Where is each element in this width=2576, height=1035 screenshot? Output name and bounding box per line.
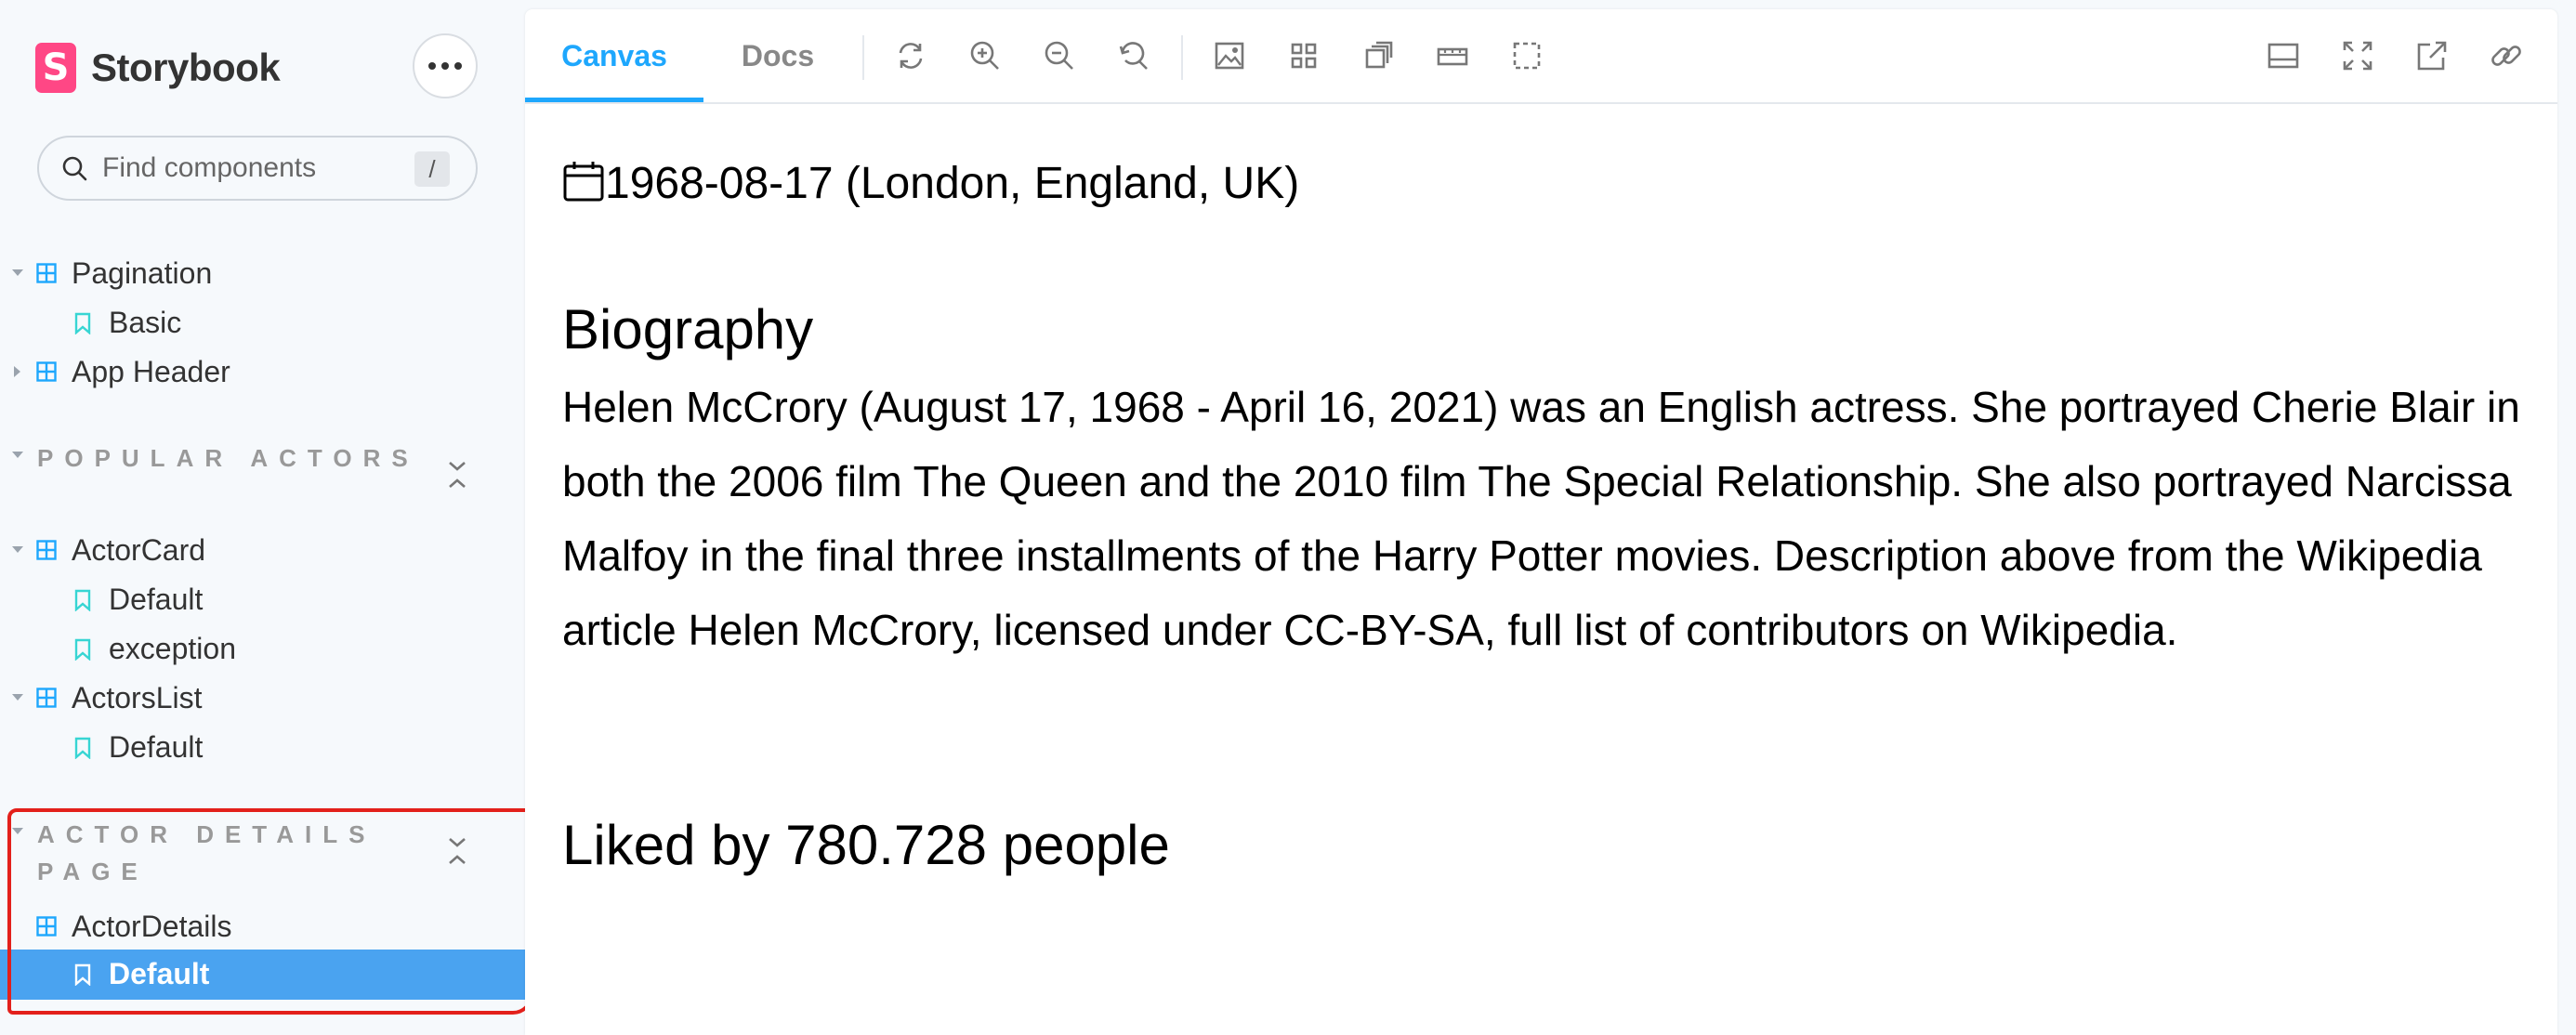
calendar-icon bbox=[563, 162, 604, 202]
component-icon bbox=[36, 361, 57, 382]
storybook-logo-icon: S bbox=[35, 43, 76, 93]
toolbar: Canvas Docs bbox=[525, 9, 2557, 104]
measure-icon[interactable] bbox=[1434, 37, 1471, 74]
component-icon bbox=[36, 540, 57, 560]
caret-down-icon bbox=[12, 269, 23, 276]
story-item-label: Basic bbox=[109, 305, 182, 339]
biography-text: Helen McCrory (August 17, 1968 - April 1… bbox=[562, 383, 2520, 654]
more-icon bbox=[428, 62, 436, 70]
zoom-out-icon[interactable] bbox=[1041, 37, 1078, 74]
tree-item-label: App Header bbox=[72, 354, 230, 388]
tree-item-label: Pagination bbox=[72, 255, 213, 290]
toolbar-separator bbox=[862, 35, 864, 80]
caret-down-icon bbox=[12, 452, 23, 458]
bookmark-icon bbox=[74, 589, 91, 611]
liked-count: Liked by 780.728 people bbox=[562, 814, 1170, 876]
story-item-label: exception bbox=[109, 631, 236, 665]
caret-down-icon bbox=[12, 694, 23, 701]
tab-canvas[interactable]: Canvas bbox=[525, 9, 703, 102]
background-icon[interactable] bbox=[1211, 37, 1248, 74]
addons-panel-icon[interactable] bbox=[2265, 37, 2302, 74]
bookmark-icon bbox=[74, 737, 91, 759]
collapse-all-icon[interactable] bbox=[444, 459, 470, 491]
group-title-actor-details-page[interactable]: ACTOR DETAILS PAGE bbox=[37, 816, 427, 890]
search-box[interactable]: / bbox=[37, 136, 478, 201]
toolbar-separator bbox=[1181, 35, 1183, 80]
search-input[interactable] bbox=[100, 151, 401, 185]
group-title-popular-actors[interactable]: POPULAR ACTORS bbox=[37, 439, 427, 477]
outline-icon[interactable] bbox=[1508, 37, 1545, 74]
zoom-in-icon[interactable] bbox=[966, 37, 1004, 74]
tree-item-label: ActorsList bbox=[72, 680, 203, 714]
reload-icon[interactable] bbox=[892, 37, 929, 74]
more-icon-dot bbox=[441, 62, 449, 70]
copy-link-icon[interactable] bbox=[2488, 37, 2525, 74]
story-item-label: Default bbox=[109, 729, 204, 764]
search-shortcut-key: / bbox=[414, 151, 450, 187]
viewport-icon[interactable] bbox=[1360, 37, 1397, 74]
collapse-all-icon[interactable] bbox=[444, 835, 470, 867]
sidebar: S Storybook / Pagination Basic App Heade… bbox=[0, 0, 533, 1035]
main-panel: Canvas Docs 1968-08-17 (London, England,… bbox=[525, 9, 2557, 1035]
bookmark-icon bbox=[74, 312, 91, 334]
tree-item-label: ActorDetails bbox=[72, 909, 232, 943]
story-item-label: Default bbox=[109, 957, 210, 990]
biography-heading: Biography bbox=[562, 298, 814, 360]
bookmark-icon bbox=[74, 638, 91, 661]
tree-item-label: ActorCard bbox=[72, 532, 206, 567]
open-new-tab-icon[interactable] bbox=[2413, 37, 2451, 74]
brand-name: Storybook bbox=[91, 46, 281, 89]
component-icon bbox=[36, 688, 57, 708]
tab-docs[interactable]: Docs bbox=[703, 9, 852, 102]
more-icon-dot bbox=[454, 62, 462, 70]
caret-right-icon bbox=[14, 366, 20, 377]
caret-down-icon bbox=[12, 546, 23, 553]
brand[interactable]: S Storybook bbox=[35, 37, 281, 98]
bookmark-icon bbox=[74, 963, 91, 986]
more-options-button[interactable] bbox=[413, 33, 478, 98]
zoom-reset-icon[interactable] bbox=[1115, 37, 1152, 74]
component-icon bbox=[36, 263, 57, 283]
caret-down-icon bbox=[12, 828, 23, 834]
grid-icon[interactable] bbox=[1285, 37, 1322, 74]
birth-info: 1968-08-17 (London, England, UK) bbox=[562, 158, 1299, 209]
birth-text: 1968-08-17 (London, England, UK) bbox=[605, 159, 1300, 208]
fullscreen-icon[interactable] bbox=[2339, 37, 2376, 74]
story-item-default-selected[interactable]: Default bbox=[0, 950, 525, 1000]
story-item-label: Default bbox=[109, 582, 204, 616]
search-icon bbox=[62, 156, 87, 181]
component-icon bbox=[36, 916, 57, 937]
